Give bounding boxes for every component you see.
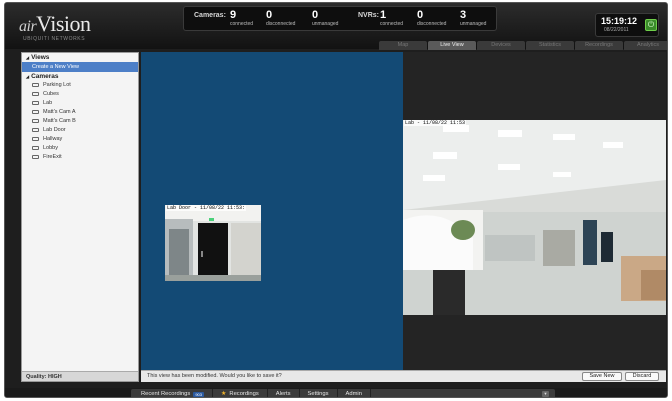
tab-devices[interactable]: Devices: [477, 41, 525, 50]
airvision-logo: airVision: [19, 11, 91, 36]
cameras-connected: 9 connected: [230, 9, 254, 27]
camera-list-item[interactable]: Parking Lot: [22, 81, 138, 90]
camera-icon: [32, 119, 39, 123]
camera-name: Hallway: [43, 135, 63, 142]
nvrs-unmanaged: 3 unmanaged: [460, 9, 487, 27]
cameras-unmanaged: 0 unmanaged: [312, 9, 339, 27]
admin-button[interactable]: Admin: [338, 389, 371, 397]
camera-name: FireExit: [43, 153, 62, 160]
power-icon[interactable]: ⏻: [645, 19, 657, 31]
main-tabs: Map Live View Devices Statistics Recordi…: [379, 41, 667, 50]
camera-icon: [32, 127, 39, 132]
header-bar: airVision UBIQUITI NETWORKS Cameras: 9 co…: [5, 3, 667, 50]
camera-name: Matt's Cam B: [43, 118, 76, 124]
clock-time: 15:19:12: [601, 16, 638, 26]
quality-indicator[interactable]: Quality: HIGH: [22, 371, 138, 381]
cameras-header[interactable]: ◢ Cameras: [22, 72, 138, 81]
camera-list-item[interactable]: Cubes: [22, 90, 138, 99]
view-modified-message: This view has been modified. Would you l…: [147, 373, 282, 379]
system-stats-panel: Cameras: 9 connected 0 disconnected 0 unman…: [183, 6, 497, 31]
save-new-button[interactable]: Save New: [582, 372, 622, 381]
feed-label-lab-door: Lab Door - 11/08/22 11:53:: [166, 205, 247, 211]
star-icon: ★: [221, 391, 227, 397]
views-header[interactable]: ◢ Views: [22, 53, 138, 62]
bottom-toolbar-items: Recent Recordings 903 ★ Recordings Alert…: [131, 389, 555, 397]
ubiquiti-tagline: UBIQUITI NETWORKS: [23, 36, 86, 42]
tab-statistics[interactable]: Statistics: [526, 41, 574, 50]
camera-icon: [32, 110, 39, 115]
recent-recordings-count: 903: [193, 391, 204, 397]
clock-date: 08/22/2011: [604, 27, 629, 33]
feed-label-lab: Lab - 11/08/22 11:53: [404, 120, 467, 126]
camera-name: Matt's Cam A: [43, 109, 76, 116]
create-new-view-item[interactable]: Create a New View: [22, 62, 138, 72]
camera-name: Lobby: [43, 144, 58, 151]
sidebar: ◢ Views Create a New View ◢ Cameras Parkin…: [21, 52, 139, 382]
camera-list-item[interactable]: Lab: [22, 99, 138, 108]
expand-triangle-icon: ◢: [26, 55, 30, 60]
tab-analytics[interactable]: Analytics: [624, 41, 667, 50]
alerts-button[interactable]: Alerts: [268, 389, 300, 397]
camera-icon: [32, 83, 39, 88]
recordings-button[interactable]: ★ Recordings: [213, 389, 268, 397]
view-pane-left[interactable]: Lab Door - 11/08/22 11:53:: [141, 52, 403, 370]
camera-list-item[interactable]: FireExit: [22, 152, 138, 161]
clock-panel: 15:19:12 08/22/2011 ⏻: [595, 13, 659, 37]
camera-list: Parking Lot Cubes Lab Matt's Cam A Matt's Ca…: [22, 81, 138, 161]
cameras-label: Cameras:: [194, 12, 226, 19]
camera-list-item[interactable]: Lab Door: [22, 125, 138, 134]
airvision-window: airVision UBIQUITI NETWORKS Cameras: 9 co…: [4, 2, 668, 398]
nvrs-label: NVRs:: [358, 12, 380, 19]
collapse-toggle-icon[interactable]: ▼: [542, 391, 549, 397]
view-modified-bar: This view has been modified. Would you l…: [141, 370, 666, 382]
camera-name: Lab Door: [43, 126, 66, 133]
recent-recordings-button[interactable]: Recent Recordings 903: [131, 389, 213, 397]
camera-icon: [32, 154, 39, 159]
cameras-disconnected: 0 disconnected: [266, 9, 296, 27]
camera-name: Lab: [43, 100, 53, 107]
camera-name: Cubes: [43, 91, 59, 98]
camera-icon: [32, 92, 39, 97]
camera-name: Parking Lot: [43, 82, 71, 89]
expand-triangle-icon: ◢: [26, 74, 30, 79]
tab-map[interactable]: Map: [379, 41, 427, 50]
discard-button[interactable]: Discard: [625, 372, 659, 381]
bottom-toolbar: Recent Recordings 903 ★ Recordings Alert…: [5, 388, 667, 397]
camera-icon: [32, 136, 39, 141]
nvrs-disconnected: 0 disconnected: [417, 9, 447, 27]
settings-button[interactable]: Settings: [300, 389, 338, 397]
camera-icon: [32, 145, 39, 150]
camera-list-item[interactable]: Matt's Cam B: [22, 117, 138, 126]
tab-live-view[interactable]: Live View: [428, 41, 476, 50]
camera-list-item[interactable]: Matt's Cam A: [22, 108, 138, 117]
view-pane-right[interactable]: Lab - 11/08/22 11:53: [403, 52, 666, 370]
camera-list-item[interactable]: Hallway: [22, 134, 138, 143]
lab-camera-image: [403, 120, 666, 315]
camera-feed-lab[interactable]: Lab - 11/08/22 11:53: [403, 120, 666, 315]
camera-icon: [32, 101, 39, 106]
camera-list-item[interactable]: Lobby: [22, 143, 138, 152]
camera-feed-lab-door[interactable]: Lab Door - 11/08/22 11:53:: [165, 205, 261, 281]
live-view-area: Lab Door - 11/08/22 11:53: Lab - 11/08/2…: [141, 52, 666, 370]
lab-door-image: [165, 205, 261, 281]
nvrs-connected: 1 connected: [380, 9, 404, 27]
tab-recordings[interactable]: Recordings: [575, 41, 623, 50]
